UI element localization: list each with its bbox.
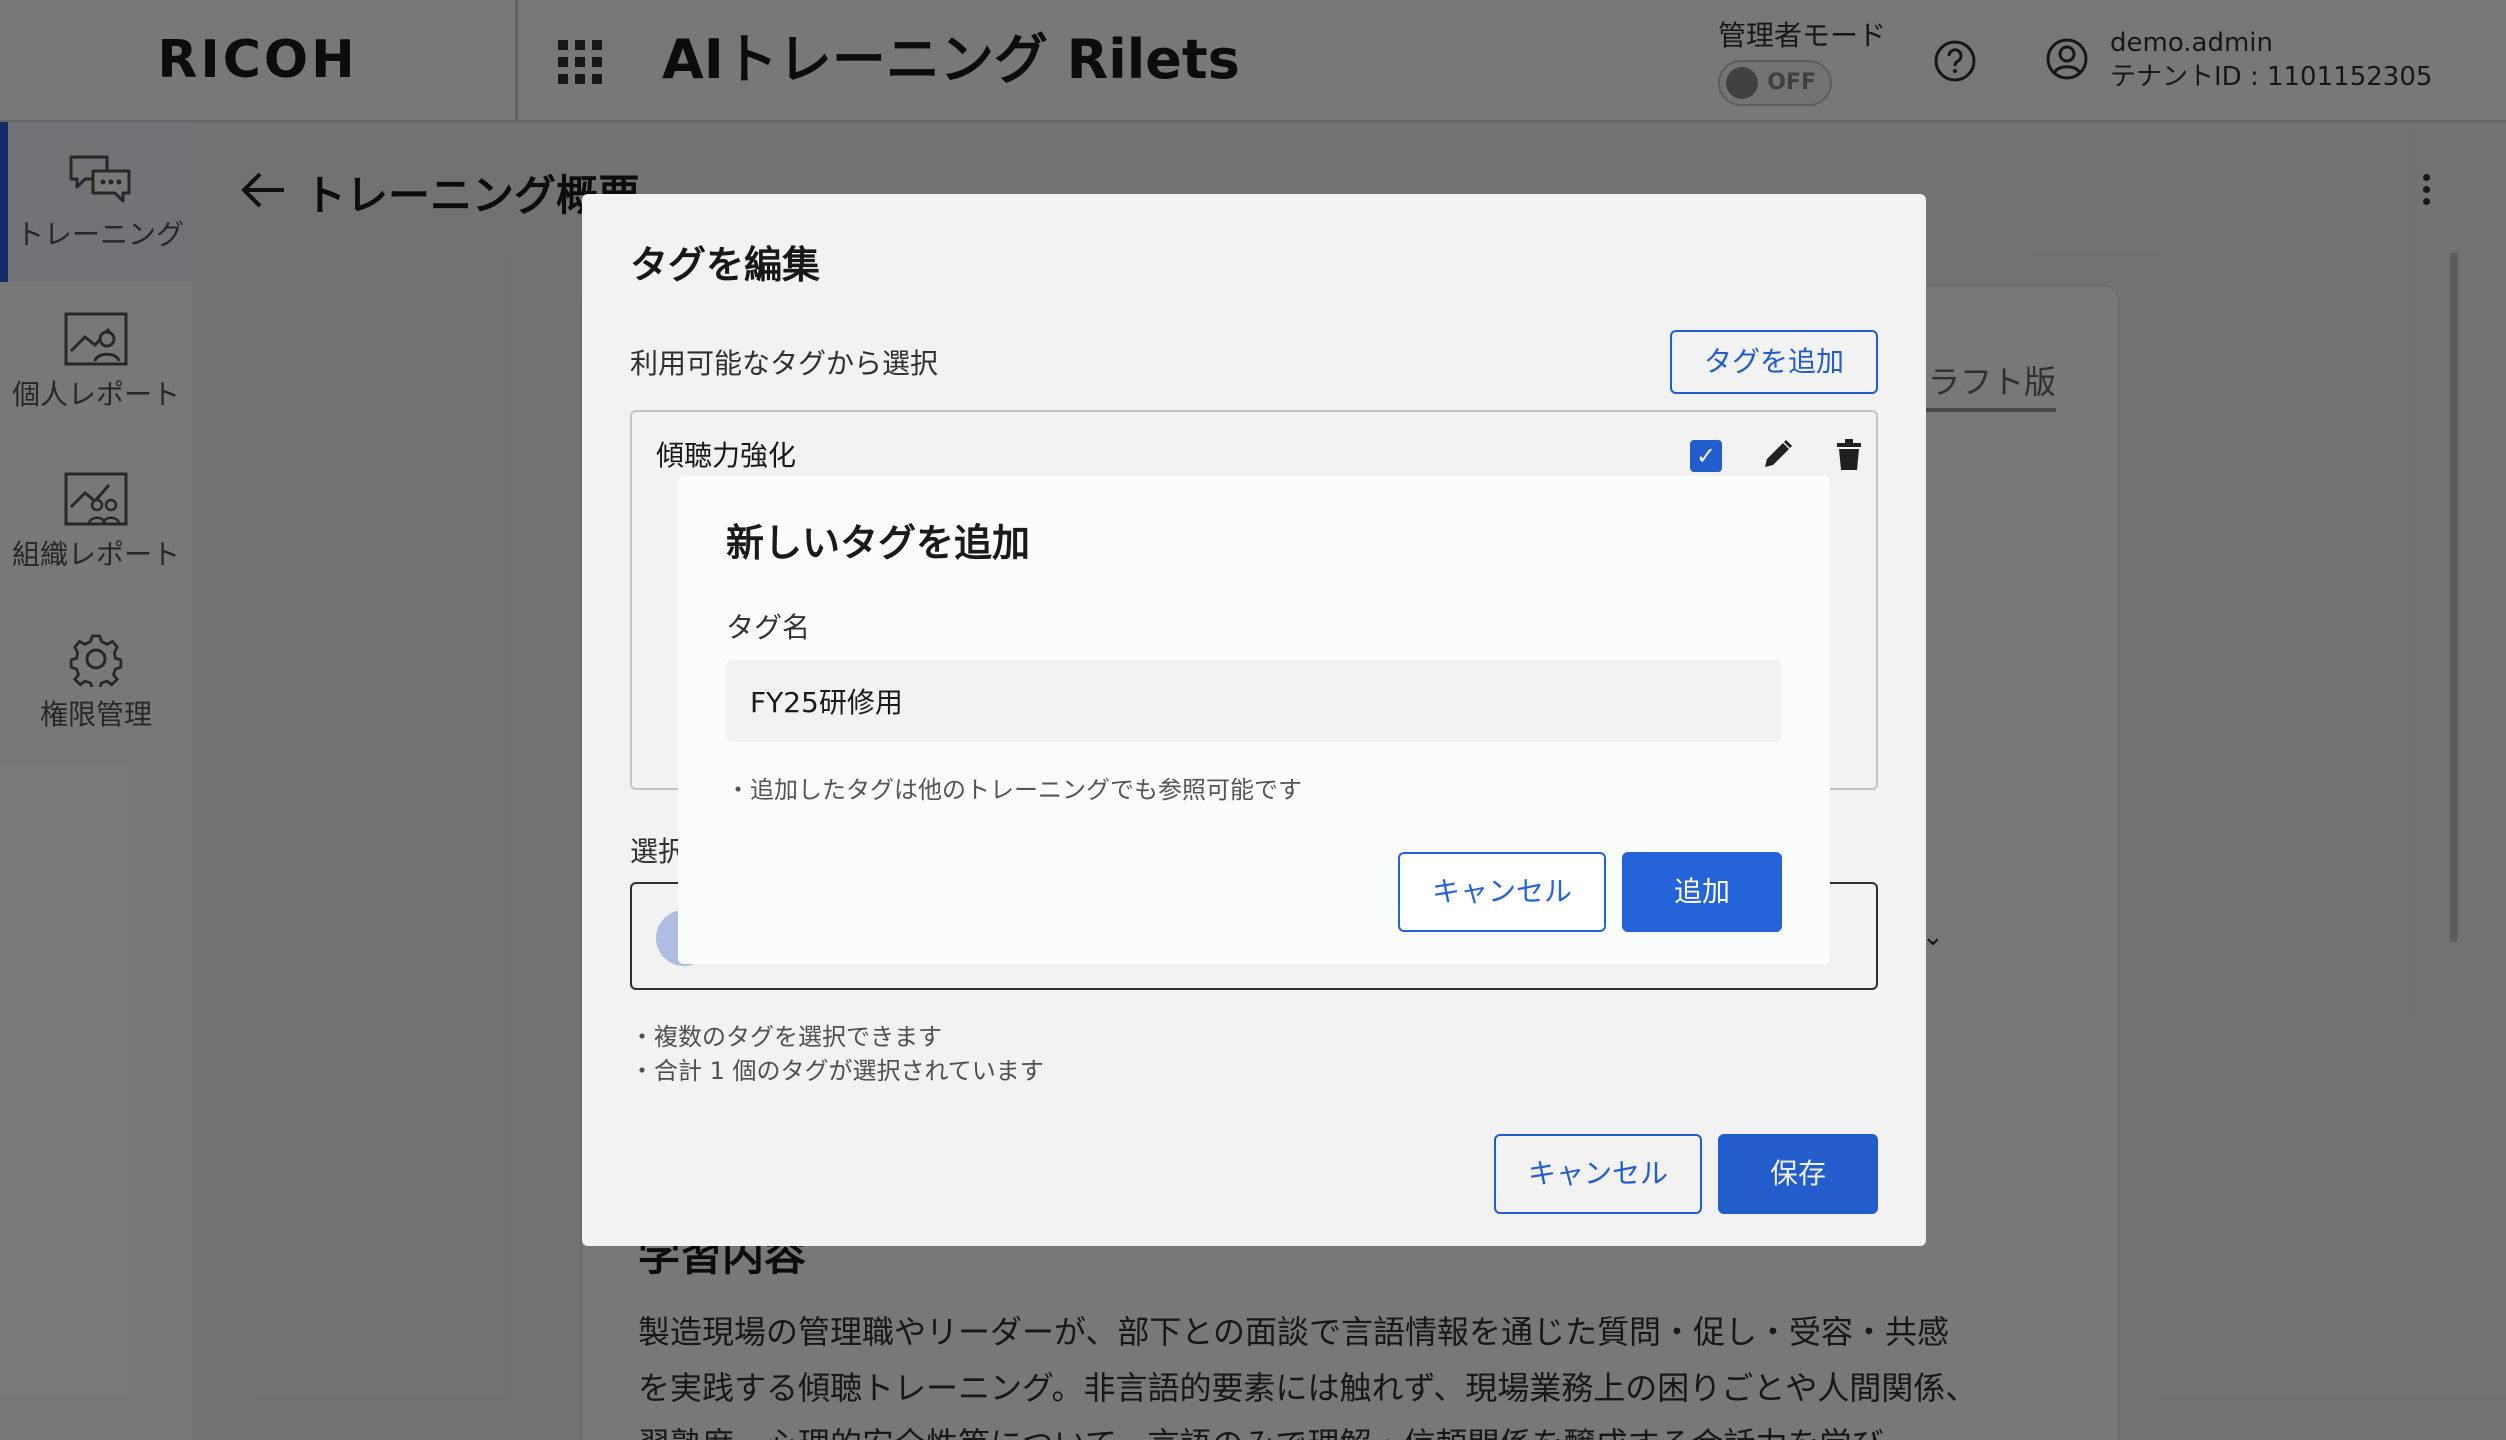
tag-hint: ・追加したタグは他のトレーニングでも参照可能です <box>726 776 1302 804</box>
add-tag-dialog: 新しいタグを追加 タグ名 ・追加したタグは他のトレーニングでも参照可能です キャ… <box>678 476 1830 964</box>
tag-name-input[interactable] <box>726 660 1782 742</box>
tag-name-label: タグ名 <box>726 611 811 644</box>
cancel-button[interactable]: キャンセル <box>1398 852 1606 932</box>
dialog-title: 新しいタグを追加 <box>726 521 1031 565</box>
add-button[interactable]: 追加 <box>1622 852 1782 932</box>
